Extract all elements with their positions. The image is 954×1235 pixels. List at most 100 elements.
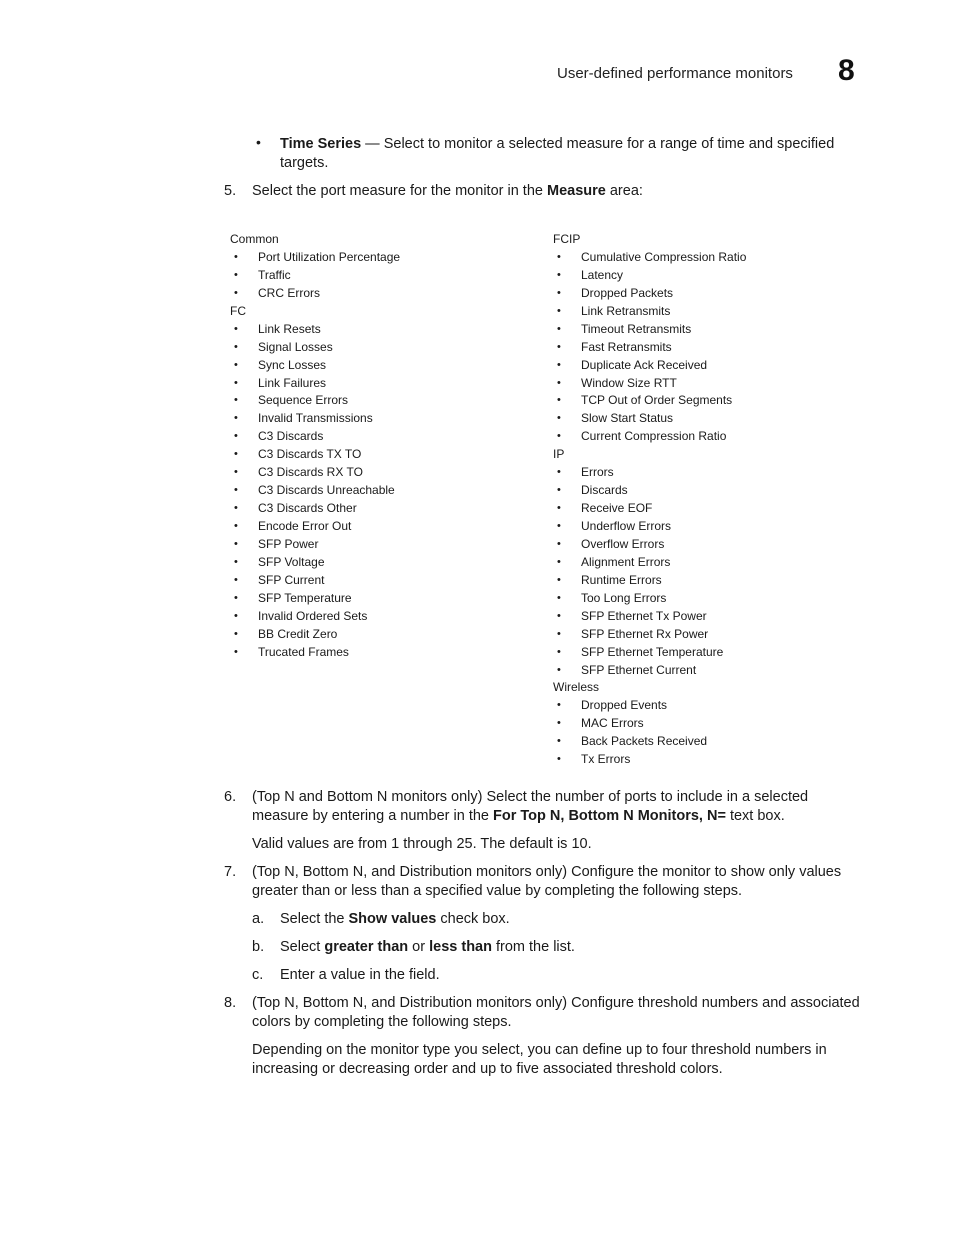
measure-list-item: • Window Size RTT (553, 375, 873, 393)
step-number: 6. (224, 789, 237, 805)
measure-list-item: • SFP Ethernet Rx Power (553, 626, 873, 644)
bullet-icon: • (557, 609, 561, 622)
measure-label: SFP Ethernet Rx Power (581, 626, 709, 641)
bullet-icon: • (557, 717, 561, 730)
measures-right-column: FCIP • Cumulative Compression Ratio • Latenc… (553, 231, 873, 769)
measure-list-item: • Sequence Errors (230, 392, 530, 410)
measure-list-item: • SFP Ethernet Tx Power (553, 608, 873, 626)
bullet-icon: • (557, 250, 561, 263)
measure-list-item: • Signal Losses (230, 339, 530, 357)
measure-list-item: • C3 Discards Unreachable (230, 482, 530, 500)
measure-label: Too Long Errors (581, 590, 667, 605)
measure-list-item: • Errors (553, 464, 873, 482)
measure-list-item: • Dropped Packets (553, 285, 873, 303)
measure-group-label: IP (553, 447, 565, 462)
bullet-icon: • (234, 412, 238, 425)
measure-list-item: • Link Retransmits (553, 303, 873, 321)
measure-label: SFP Current (258, 572, 325, 587)
step-note: Valid values are from 1 through 25. The … (252, 836, 592, 852)
measure-label: Cumulative Compression Ratio (581, 249, 747, 264)
measure-label: SFP Voltage (258, 554, 325, 569)
measure-label: Trucated Frames (258, 644, 349, 659)
measure-list-item: • Invalid Ordered Sets (230, 608, 530, 626)
bullet-icon: • (557, 466, 561, 479)
step-text-line2: measure by entering a number in the For … (252, 807, 785, 826)
measure-label: SFP Ethernet Tx Power (581, 608, 707, 623)
bullet-icon: • (557, 286, 561, 299)
measure-label: Back Packets Received (581, 734, 708, 749)
bullet-icon: • (234, 627, 238, 640)
bullet-icon: • (234, 394, 238, 407)
measure-label: Errors (581, 465, 614, 480)
measure-label: Link Retransmits (581, 303, 671, 318)
measure-group-label: FC (230, 303, 246, 318)
ui-term: less than (429, 939, 492, 955)
bullet-icon: • (557, 699, 561, 712)
bullet-icon: • (234, 573, 238, 586)
measure-list-item: • Discards (553, 482, 873, 500)
bullet-icon: • (234, 376, 238, 389)
bullet-icon: • (234, 286, 238, 299)
measure-label: C3 Discards (258, 429, 324, 444)
time-series-line2: targets. (280, 155, 329, 171)
ui-term: Show values (348, 911, 437, 927)
bullet-icon: • (557, 340, 561, 353)
substep-label: b. (252, 939, 265, 955)
substep-a: Select the Show values check box. (280, 910, 510, 929)
measure-label: C3 Discards TX TO (258, 447, 362, 462)
bullet-icon: • (557, 735, 561, 748)
measure-list-item: • Latency (553, 267, 873, 285)
measure-list-item: • BB Credit Zero (230, 626, 530, 644)
ui-term: greater than (324, 939, 409, 955)
bullet-icon: • (234, 340, 238, 353)
bullet-icon: • (234, 322, 238, 335)
chapter-number: 8 (838, 54, 855, 87)
measure-list-item: • Encode Error Out (230, 518, 530, 536)
measure-label: Receive EOF (581, 501, 653, 516)
measure-label: CRC Errors (258, 285, 320, 300)
measure-list-item: • Back Packets Received (553, 733, 873, 751)
step-text: Select the port measure for the monitor … (252, 182, 643, 201)
measure-list-item: • Sync Losses (230, 357, 530, 375)
substep-label: a. (252, 911, 265, 927)
description: — Select to monitor a selected measure f… (361, 136, 835, 152)
measure-label: SFP Power (258, 536, 319, 551)
measure-list-item: • SFP Voltage (230, 554, 530, 572)
step-text-line1: (Top N and Bottom N monitors only) Selec… (252, 789, 809, 805)
step-number: 7. (224, 864, 237, 880)
measure-label: Underflow Errors (581, 519, 672, 533)
measure-label: Sync Losses (258, 357, 327, 372)
measure-label: SFP Ethernet Temperature (581, 644, 724, 659)
step-note-line2: increasing or decreasing order and up to… (252, 1061, 723, 1077)
measure-label: Window Size RTT (581, 375, 677, 390)
step-text-line1: (Top N, Bottom N, and Distribution monit… (252, 864, 842, 880)
measure-list-item: • TCP Out of Order Segments (553, 392, 873, 410)
measure-group-label: FCIP (553, 232, 581, 246)
step-number: 5. (224, 183, 237, 199)
text: measure by entering a number in the (252, 808, 493, 824)
measure-label: Traffic (258, 267, 291, 282)
measure-label: TCP Out of Order Segments (581, 393, 733, 408)
text: Select the (280, 911, 349, 927)
bullet-icon: • (234, 502, 238, 515)
section-title: User-defined performance monitors (557, 65, 793, 82)
bullet-icon: • (557, 555, 561, 568)
measure-list-item: • Too Long Errors (553, 590, 873, 608)
measure-label: Latency (581, 267, 624, 282)
step-number: 8. (224, 995, 237, 1011)
measure-list-item: • Dropped Events (553, 697, 873, 715)
measure-list-item: • Fast Retransmits (553, 339, 873, 357)
measure-label: C3 Discards Other (258, 501, 357, 516)
substep-c: Enter a value in the field. (280, 967, 440, 983)
measure-list-item: • Slow Start Status (553, 410, 873, 428)
measure-list-item: • C3 Discards RX TO (230, 464, 530, 482)
measure-label: Slow Start Status (581, 411, 674, 426)
measure-label: BB Credit Zero (258, 626, 338, 641)
text: Select the port measure for the monitor … (252, 183, 547, 199)
measure-label: Tx Errors (581, 752, 631, 767)
bullet-icon: • (234, 591, 238, 604)
measure-label: Invalid Ordered Sets (258, 608, 368, 623)
measure-label: Signal Losses (258, 339, 333, 354)
text: check box. (436, 911, 510, 927)
measure-list-item: • C3 Discards (230, 428, 530, 446)
